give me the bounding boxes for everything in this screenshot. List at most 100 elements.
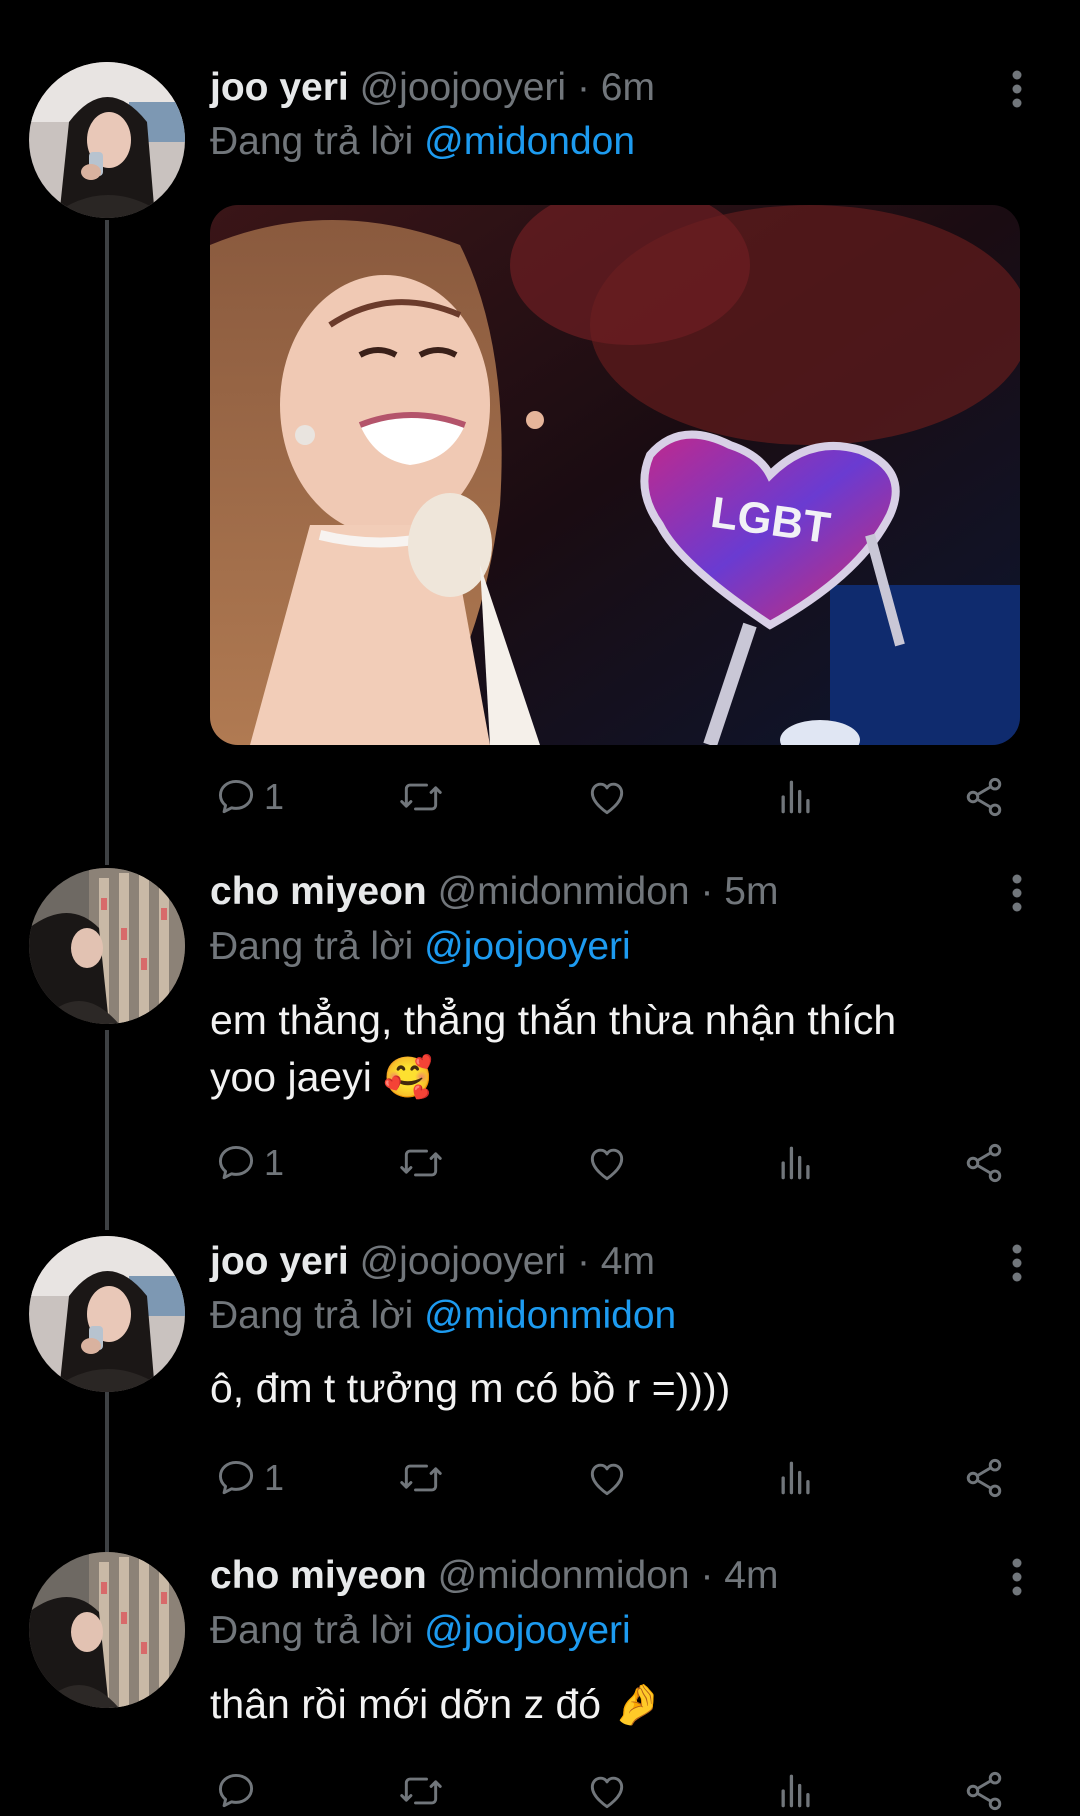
replying-to-handle[interactable]: @midondon (424, 120, 635, 163)
retweet-button[interactable] (396, 772, 446, 822)
reply-count: 1 (264, 1457, 285, 1498)
tweet-text-line: ô, đm t tưởng m có bồ r =)))) (210, 1365, 731, 1411)
display-name[interactable]: joo yeri (210, 66, 349, 109)
tweet-text-line: thân rồi mới dỡn z đó 🤌 (210, 1676, 1030, 1734)
user-handle[interactable]: @midonmidon (438, 1554, 690, 1597)
tweet-text-segment: thân rồi mới dỡn z đó (210, 1681, 613, 1727)
avatar[interactable] (29, 62, 185, 218)
reply-count: 1 (264, 776, 285, 817)
avatar[interactable] (29, 1552, 185, 1708)
more-icon (1012, 70, 1022, 108)
replying-to-label: Đang trả lời (210, 1609, 414, 1652)
replying-to: Đang trả lời @joojooyeri (210, 923, 631, 971)
display-name[interactable]: cho miyeon (210, 870, 427, 913)
tweet-text: em thẳng, thẳng thắn thừa nhận thích yoo… (210, 992, 1030, 1107)
like-icon (590, 1148, 624, 1181)
timestamp[interactable]: 4m (601, 1240, 655, 1283)
reply-icon (218, 1145, 254, 1180)
tweet-header: cho miyeon @midonmidon · 4m (210, 1552, 1080, 1600)
user-handle[interactable]: @joojooyeri (360, 1240, 567, 1283)
thread-line (105, 220, 109, 865)
share-button[interactable] (962, 772, 1006, 822)
replying-to-label: Đang trả lời (210, 120, 414, 163)
more-icon (1012, 1244, 1022, 1282)
replying-to-handle[interactable]: @midonmidon (424, 1294, 676, 1337)
tweet-text-line: em thẳng, thẳng thắn thừa nhận thích (210, 997, 897, 1043)
share-icon (966, 1771, 1002, 1811)
retweet-icon (400, 1464, 442, 1492)
views-button[interactable] (774, 1766, 818, 1816)
user-handle[interactable]: @joojooyeri (360, 66, 567, 109)
retweet-icon (400, 1149, 442, 1177)
like-button[interactable] (584, 1453, 630, 1503)
separator: · (576, 66, 590, 109)
like-button[interactable] (584, 1766, 630, 1816)
more-options-button[interactable] (1000, 1552, 1034, 1602)
replying-to-handle[interactable]: @joojooyeri (424, 1609, 631, 1652)
views-icon (781, 1774, 810, 1808)
like-icon (590, 1463, 624, 1496)
thread-line (105, 1030, 109, 1230)
reply-icon (218, 779, 254, 814)
tweet-media-image[interactable]: LGBT (210, 205, 1020, 745)
more-icon (1012, 1558, 1022, 1596)
share-icon (966, 1143, 1002, 1183)
timestamp[interactable]: 5m (724, 870, 778, 913)
display-name[interactable]: joo yeri (210, 1240, 349, 1283)
tweet-actions (210, 1766, 1010, 1816)
like-button[interactable] (584, 1138, 630, 1188)
replying-to-label: Đang trả lời (210, 1294, 414, 1337)
reply-count: 1 (264, 1142, 285, 1183)
avatar[interactable] (29, 1236, 185, 1392)
views-button[interactable] (774, 772, 818, 822)
views-button[interactable] (774, 1138, 818, 1188)
replying-to: Đang trả lời @midonmidon (210, 1292, 676, 1340)
tweet-text: thân rồi mới dỡn z đó 🤌 (210, 1676, 1030, 1734)
smiling-hearts-emoji: 🥰 (383, 1056, 434, 1100)
separator: · (700, 1554, 714, 1597)
replying-to-label: Đang trả lời (210, 925, 414, 968)
like-icon (590, 1776, 624, 1809)
share-button[interactable] (962, 1453, 1006, 1503)
retweet-icon (400, 783, 442, 811)
user-handle[interactable]: @midonmidon (438, 870, 690, 913)
tweet-text-segment: yoo jaeyi (210, 1054, 384, 1100)
more-options-button[interactable] (1000, 1238, 1034, 1288)
views-button[interactable] (774, 1453, 818, 1503)
separator: · (576, 1240, 590, 1283)
share-icon (966, 1458, 1002, 1498)
views-icon (781, 780, 810, 814)
share-button[interactable] (962, 1766, 1006, 1816)
reply-button[interactable] (214, 1766, 264, 1816)
reply-icon (218, 1773, 254, 1808)
more-options-button[interactable] (1000, 868, 1034, 918)
replying-to-handle[interactable]: @joojooyeri (424, 925, 631, 968)
tweet-actions: 1 (210, 1138, 1010, 1188)
retweet-button[interactable] (396, 1138, 446, 1188)
more-options-button[interactable] (1000, 64, 1034, 114)
replying-to: Đang trả lời @midondon (210, 118, 635, 166)
reply-button[interactable]: 1 (214, 772, 284, 822)
views-icon (781, 1146, 810, 1180)
views-icon (781, 1461, 810, 1495)
timestamp[interactable]: 4m (724, 1554, 778, 1597)
share-button[interactable] (962, 1138, 1006, 1188)
pinched-fingers-emoji: 🤌 (612, 1683, 663, 1727)
retweet-button[interactable] (396, 1453, 446, 1503)
tweet-actions: 1 (210, 1453, 1010, 1503)
tweet-header: joo yeri @joojooyeri · 4m (210, 1238, 1080, 1286)
reply-button[interactable]: 1 (214, 1138, 284, 1188)
tweet-header: cho miyeon @midonmidon · 5m (210, 868, 1080, 916)
reply-button[interactable]: 1 (214, 1453, 284, 1503)
display-name[interactable]: cho miyeon (210, 1554, 427, 1597)
thread-line (105, 1392, 109, 1552)
timestamp[interactable]: 6m (601, 66, 655, 109)
like-button[interactable] (584, 772, 630, 822)
separator: · (700, 870, 714, 913)
retweet-icon (400, 1777, 442, 1805)
more-icon (1012, 874, 1022, 912)
retweet-button[interactable] (396, 1766, 446, 1816)
avatar[interactable] (29, 868, 185, 1024)
share-icon (966, 777, 1002, 817)
replying-to: Đang trả lời @joojooyeri (210, 1607, 631, 1655)
